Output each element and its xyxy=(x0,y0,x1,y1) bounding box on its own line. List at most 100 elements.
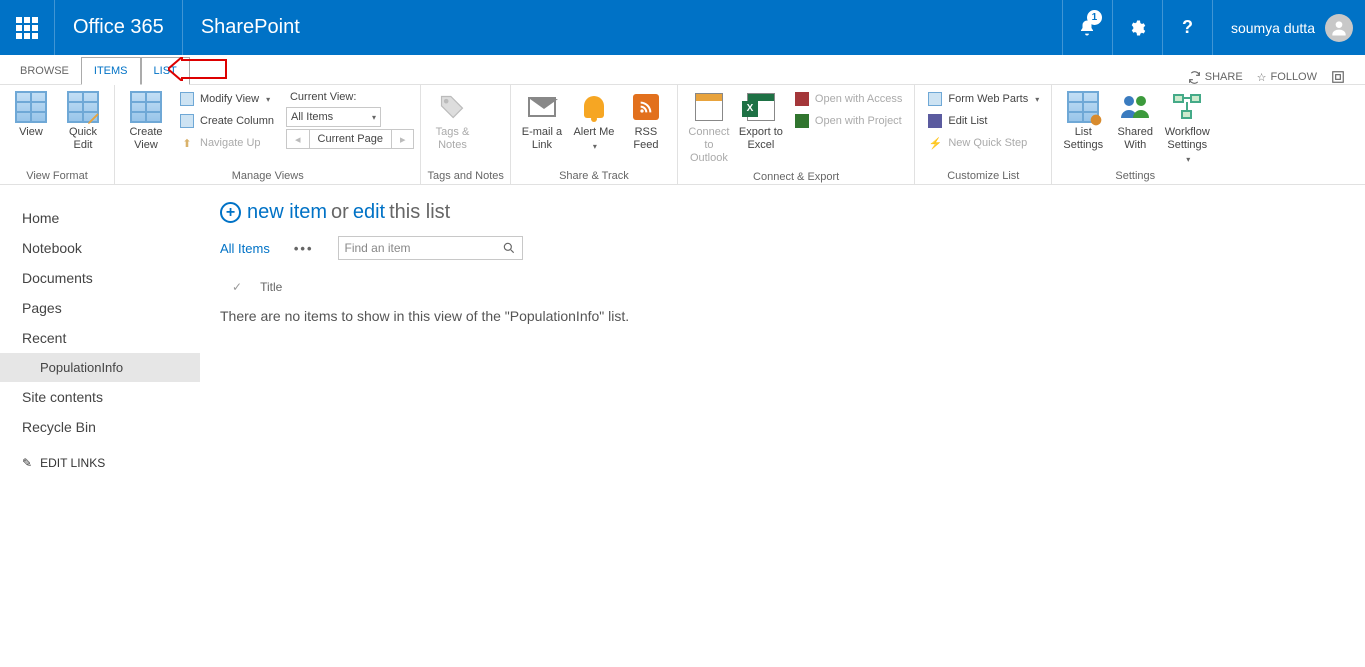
open-project-button[interactable]: Open with Project xyxy=(788,111,908,131)
waffle-icon xyxy=(16,17,38,39)
nav-notebook[interactable]: Notebook xyxy=(0,233,200,263)
list-header: ✓ Title xyxy=(220,280,1365,294)
tags-notes-button[interactable]: Tags & Notes xyxy=(427,89,477,154)
alert-me-button[interactable]: Alert Me▾ xyxy=(569,89,619,154)
current-view-label: Current View: xyxy=(286,89,415,105)
group-connect-export: Connect to Outlook XExport to Excel Open… xyxy=(678,85,915,184)
create-column-button[interactable]: Create Column xyxy=(173,111,280,131)
edit-list-button[interactable]: Edit List xyxy=(921,111,1045,131)
excel-icon: X xyxy=(747,93,775,121)
quick-edit-icon xyxy=(67,91,99,123)
pager-prev[interactable]: ◂ xyxy=(287,130,310,148)
user-menu[interactable]: soumya dutta xyxy=(1212,0,1365,55)
notifications-button[interactable]: 1 xyxy=(1062,0,1112,55)
navigate-up-button[interactable]: ⬆Navigate Up xyxy=(173,133,280,153)
list-settings-button[interactable]: List Settings xyxy=(1058,89,1108,154)
form-parts-icon xyxy=(928,92,942,106)
nav-recent[interactable]: Recent xyxy=(0,323,200,353)
open-access-button[interactable]: Open with Access xyxy=(788,89,908,109)
project-icon xyxy=(795,114,809,128)
group-view-format: View Quick Edit View Format xyxy=(0,85,115,184)
group-tags-notes: Tags & Notes Tags and Notes xyxy=(421,85,510,184)
export-excel-button[interactable]: XExport to Excel xyxy=(736,89,786,154)
rss-feed-button[interactable]: RSS Feed xyxy=(621,89,671,154)
view-icon xyxy=(15,91,47,123)
empty-message: There are no items to show in this view … xyxy=(220,308,1365,324)
follow-button[interactable]: ☆FOLLOW xyxy=(1257,71,1317,84)
outlook-icon xyxy=(695,93,723,121)
edit-links-button[interactable]: ✎EDIT LINKS xyxy=(0,442,200,470)
help-icon: ? xyxy=(1182,17,1193,38)
star-icon: ☆ xyxy=(1257,71,1267,84)
help-button[interactable]: ? xyxy=(1162,0,1212,55)
create-view-button[interactable]: Create View xyxy=(121,89,171,154)
edit-link[interactable]: edit xyxy=(353,201,385,224)
modify-view-icon xyxy=(180,92,194,106)
check-column[interactable]: ✓ xyxy=(232,280,242,294)
current-view-link[interactable]: All Items xyxy=(220,241,270,256)
view-select[interactable]: All Items▾ xyxy=(286,107,381,127)
pencil-icon: ✎ xyxy=(22,456,32,470)
app-label: SharePoint xyxy=(201,16,300,39)
plus-icon[interactable]: + xyxy=(220,202,241,223)
modify-view-button[interactable]: Modify View▾ xyxy=(173,89,280,109)
shared-with-button[interactable]: Shared With xyxy=(1110,89,1160,154)
new-quick-step-button[interactable]: ⚡New Quick Step xyxy=(921,133,1045,153)
suite-bar: Office 365 SharePoint 1 ? soumya dutta xyxy=(0,0,1365,55)
form-web-parts-button[interactable]: Form Web Parts▾ xyxy=(921,89,1045,109)
workflow-settings-button[interactable]: Workflow Settings▾ xyxy=(1162,89,1212,167)
find-item-input[interactable]: Find an item xyxy=(338,236,523,260)
view-button[interactable]: View xyxy=(6,89,56,141)
ribbon-tabs: BROWSE ITEMS LIST SHARE ☆FOLLOW xyxy=(0,55,1365,85)
view-pager[interactable]: ◂Current Page▸ xyxy=(286,129,415,149)
create-column-icon xyxy=(180,114,194,128)
group-manage-views: Create View Modify View▾ Create Column ⬆… xyxy=(115,85,421,184)
nav-populationinfo[interactable]: PopulationInfo xyxy=(0,353,200,382)
view-bar: All Items ••• Find an item xyxy=(220,236,1365,260)
view-menu-button[interactable]: ••• xyxy=(294,241,314,256)
lightning-icon: ⚡ xyxy=(929,137,943,150)
edit-list-icon xyxy=(928,114,942,128)
gear-icon xyxy=(1128,19,1146,37)
pager-label: Current Page xyxy=(310,130,392,148)
nav-home[interactable]: Home xyxy=(0,203,200,233)
app-launcher[interactable] xyxy=(0,0,55,55)
alert-icon xyxy=(584,96,604,118)
nav-pages[interactable]: Pages xyxy=(0,293,200,323)
notification-badge: 1 xyxy=(1087,10,1102,25)
sync-icon xyxy=(1188,71,1201,84)
nav-recycle-bin[interactable]: Recycle Bin xyxy=(0,412,200,442)
nav-documents[interactable]: Documents xyxy=(0,263,200,293)
focus-icon xyxy=(1331,70,1345,84)
group-customize-list: Form Web Parts▾ Edit List ⚡New Quick Ste… xyxy=(915,85,1052,184)
connect-outlook-button[interactable]: Connect to Outlook xyxy=(684,89,734,168)
tab-browse[interactable]: BROWSE xyxy=(8,58,81,84)
tag-icon xyxy=(438,93,466,121)
app-cell[interactable]: SharePoint xyxy=(183,0,318,55)
group-share-track: E-mail a Link Alert Me▾ RSS Feed Share &… xyxy=(511,85,678,184)
tab-items[interactable]: ITEMS xyxy=(81,57,141,85)
navigate-up-icon: ⬆ xyxy=(182,137,191,150)
title-column[interactable]: Title xyxy=(260,280,282,294)
quick-edit-button[interactable]: Quick Edit xyxy=(58,89,108,154)
email-link-button[interactable]: E-mail a Link xyxy=(517,89,567,154)
avatar-icon xyxy=(1325,14,1353,42)
content-area: + new item or edit this list All Items •… xyxy=(200,185,1365,488)
username-label: soumya dutta xyxy=(1231,20,1315,36)
people-icon xyxy=(1120,94,1150,120)
annotation-arrow xyxy=(168,57,228,81)
brand-label: Office 365 xyxy=(73,16,164,39)
find-placeholder: Find an item xyxy=(345,241,411,255)
envelope-icon xyxy=(528,97,556,117)
pager-next[interactable]: ▸ xyxy=(392,130,414,148)
brand-cell[interactable]: Office 365 xyxy=(55,0,183,55)
new-item-link[interactable]: new item xyxy=(247,201,327,224)
settings-button[interactable] xyxy=(1112,0,1162,55)
ribbon: View Quick Edit View Format Create View … xyxy=(0,85,1365,185)
new-item-row: + new item or edit this list xyxy=(220,201,1365,224)
create-view-icon xyxy=(130,91,162,123)
share-button[interactable]: SHARE xyxy=(1188,71,1243,84)
nav-site-contents[interactable]: Site contents xyxy=(0,382,200,412)
focus-button[interactable] xyxy=(1331,70,1345,84)
access-icon xyxy=(795,92,809,106)
